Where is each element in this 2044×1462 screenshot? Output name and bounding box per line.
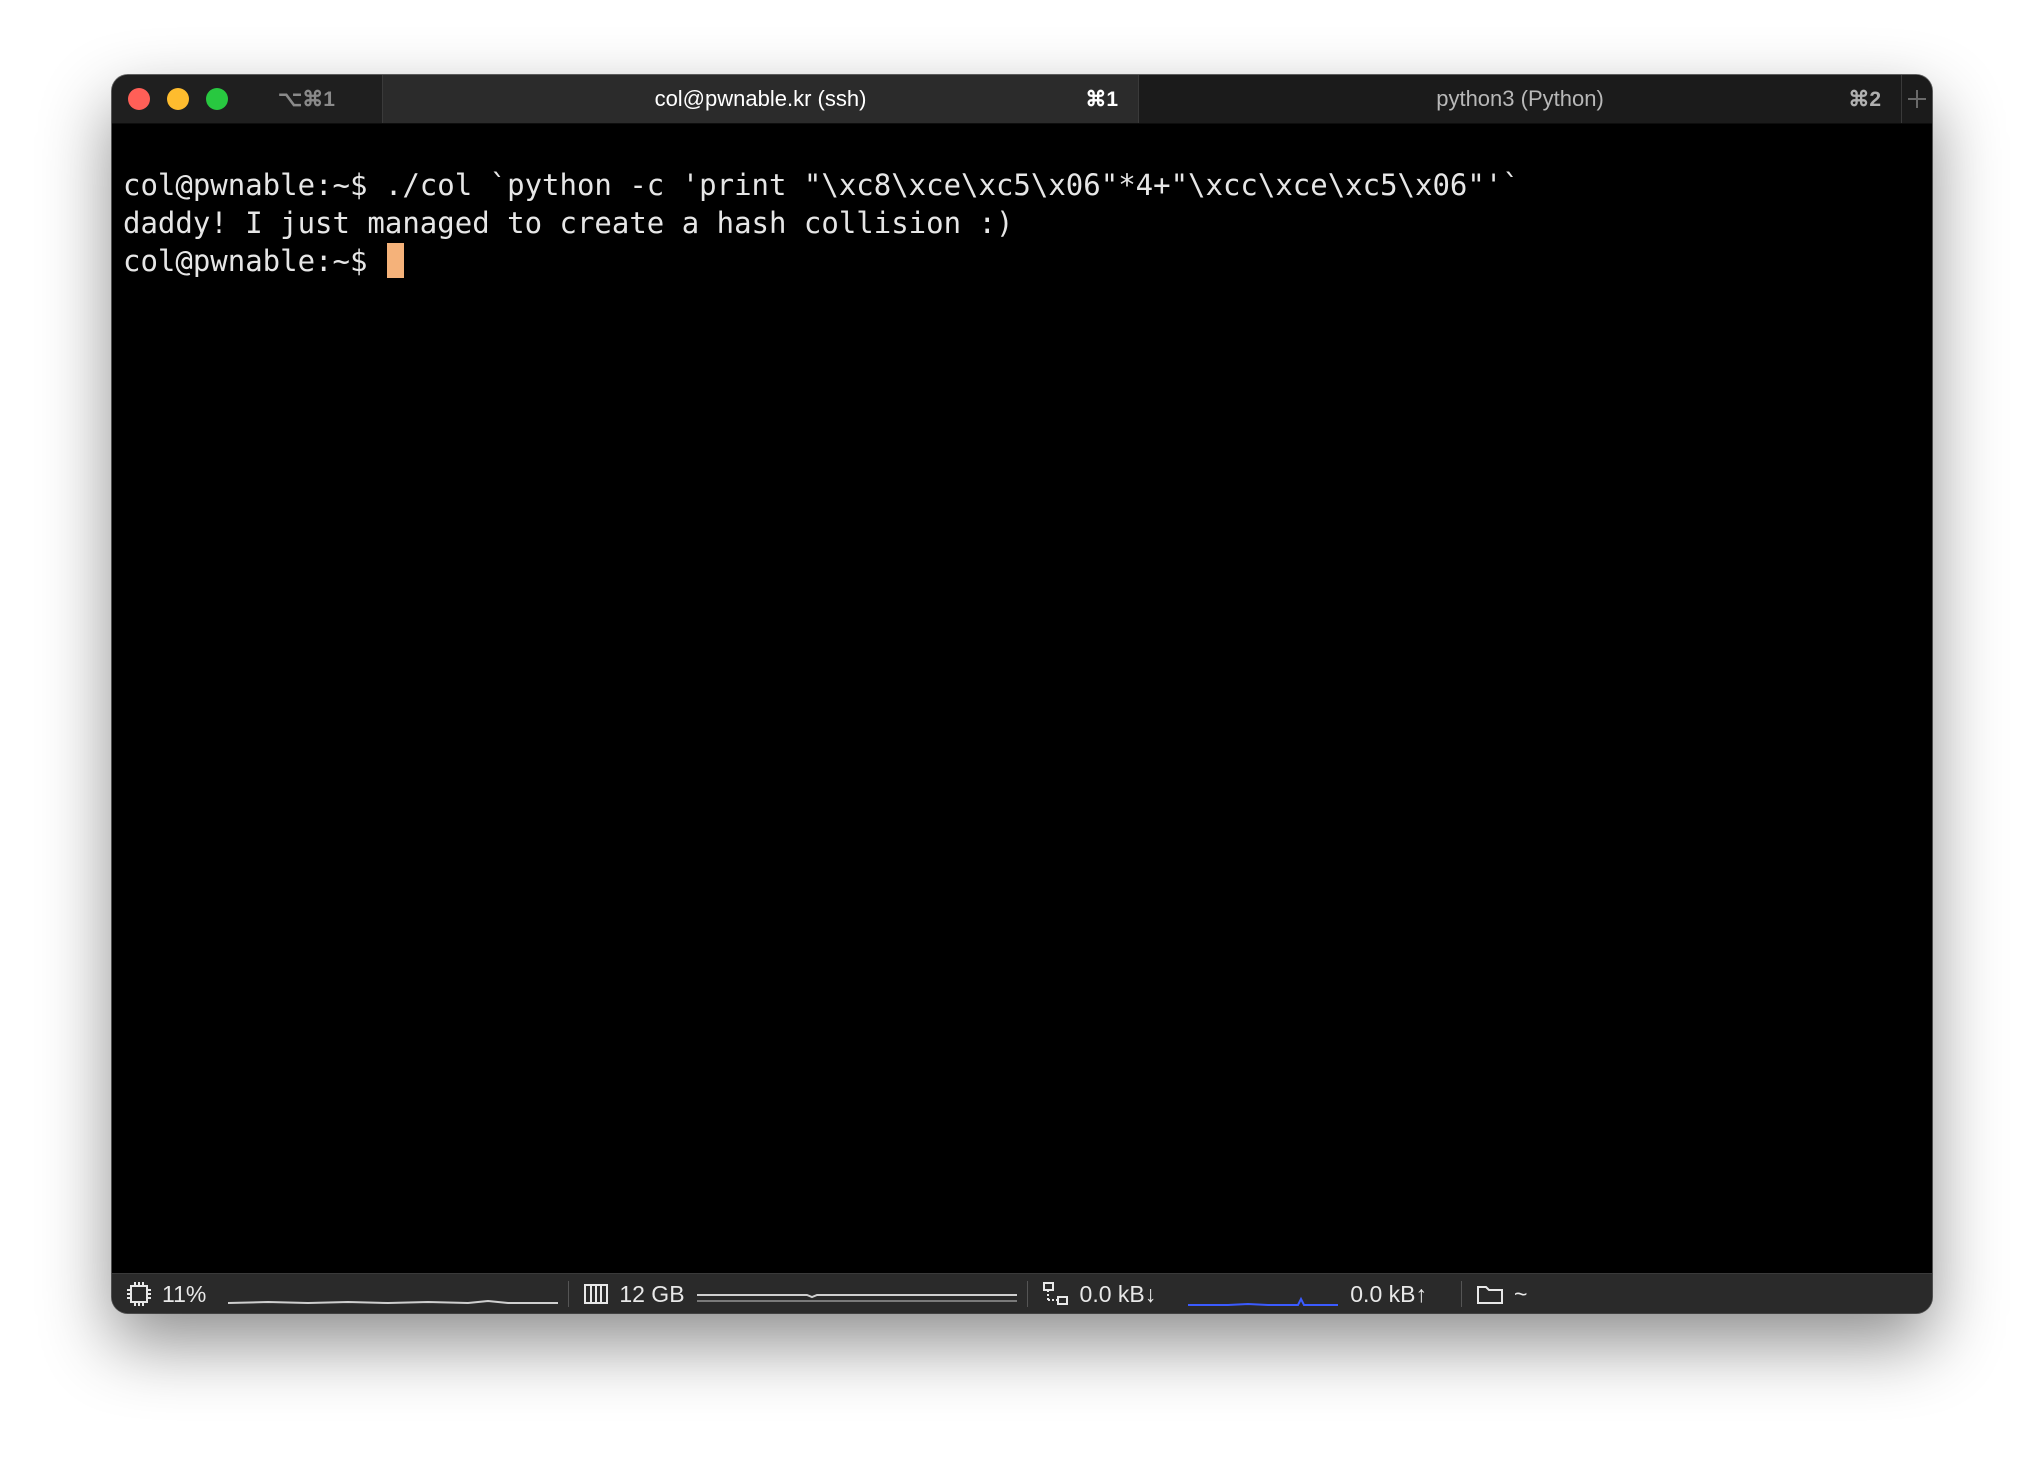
network-up-value: 0.0 kB↑ xyxy=(1350,1280,1427,1307)
tab-bar: ⌥⌘1 col@pwnable.kr (ssh) ⌘1 python3 (Pyt… xyxy=(112,75,1932,124)
zoom-button[interactable] xyxy=(206,88,228,110)
text-cursor xyxy=(386,243,404,278)
tab-shortcut: ⌘2 xyxy=(1848,87,1881,111)
cpu-status: 11% xyxy=(112,1274,559,1313)
memory-value: 12 GB xyxy=(619,1280,685,1307)
memory-icon xyxy=(584,1284,609,1304)
terminal-prompt-line: col@pwnable:~$ xyxy=(123,242,1921,280)
network-graph xyxy=(1188,1296,1339,1306)
terminal-output[interactable]: col@pwnable:~$ ./col `python -c 'print "… xyxy=(112,124,1932,1263)
new-tab-button[interactable] xyxy=(1901,75,1932,123)
prompt: col@pwnable:~$ xyxy=(123,244,385,278)
window-controls xyxy=(112,75,268,123)
cpu-graph xyxy=(228,1299,559,1305)
tab-label: col@pwnable.kr (ssh) xyxy=(654,86,867,111)
window-shortcut: ⌥⌘1 xyxy=(278,87,335,111)
memory-graph xyxy=(696,1294,1017,1302)
plus-icon xyxy=(1908,90,1926,108)
tab-ssh[interactable]: col@pwnable.kr (ssh) ⌘1 xyxy=(382,75,1138,123)
close-button[interactable] xyxy=(128,88,150,110)
cpu-value: 11% xyxy=(162,1280,207,1307)
network-icon xyxy=(1042,1282,1068,1305)
minimize-button[interactable] xyxy=(167,88,189,110)
directory-value: ~ xyxy=(1513,1280,1528,1307)
network-status: 0.0 kB↓ 0.0 kB↑ xyxy=(1028,1274,1427,1313)
terminal-line: col@pwnable:~$ ./col `python -c 'print "… xyxy=(123,168,1520,202)
terminal-line: daddy! I just managed to create a hash c… xyxy=(123,206,1014,240)
memory-status: 12 GB xyxy=(569,1274,1017,1313)
network-down-value: 0.0 kB↓ xyxy=(1079,1280,1157,1307)
tab-label: python3 (Python) xyxy=(1436,86,1604,111)
tab-python[interactable]: python3 (Python) ⌘2 xyxy=(1138,75,1901,123)
directory-status[interactable]: ~ xyxy=(1462,1274,1527,1313)
terminal-window: ⌥⌘1 col@pwnable.kr (ssh) ⌘1 python3 (Pyt… xyxy=(112,75,1932,1313)
folder-icon xyxy=(1476,1286,1503,1304)
cpu-icon xyxy=(127,1282,151,1306)
tab-shortcut: ⌘1 xyxy=(1085,87,1118,111)
status-bar: 11% 12 GB 0.0 kB↓ 0.0 kB↑ ~ xyxy=(112,1273,1932,1313)
